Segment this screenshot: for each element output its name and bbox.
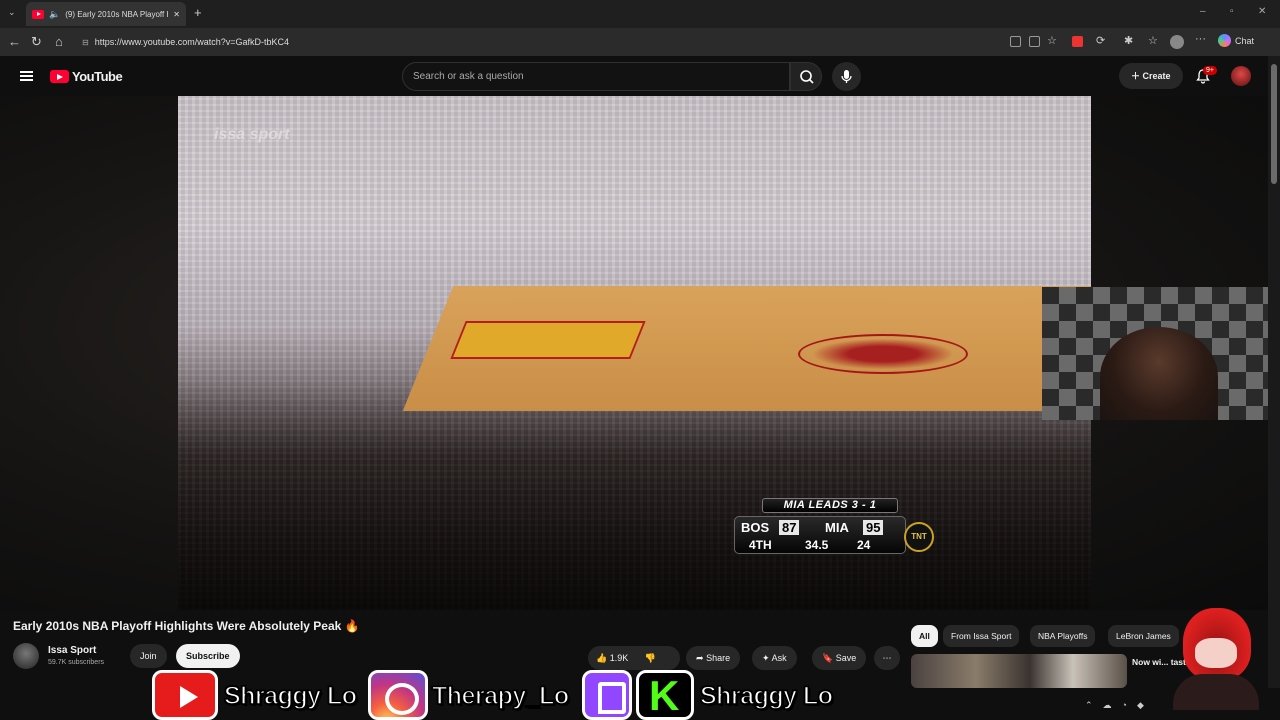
close-window-icon[interactable]: ✕ [1258,6,1266,17]
streamer-mascot [1165,604,1265,710]
search-button[interactable] [790,62,822,91]
profile-avatar[interactable] [1170,35,1184,49]
instagram-logo-icon [368,670,428,720]
scorebug: MIA LEADS 3 - 1 BOS 87 MIA 95 4TH 34.5 2… [734,496,934,554]
tracking-icon[interactable] [1029,36,1040,47]
browser-tab-strip: ⌄ 🔈 (9) Early 2010s NBA Playoff Highligh… [0,0,1280,28]
youtube-logo-text: YouTube [72,69,123,84]
microphone-icon [841,70,852,83]
voice-search-button[interactable] [832,62,861,91]
mascot-face [1195,638,1237,668]
reader-mode-icon[interactable] [1010,36,1021,47]
search-icon [800,70,814,84]
page-scrollbar[interactable] [1268,56,1280,688]
copilot-chat-button[interactable]: Chat [1218,34,1254,47]
favorite-star-icon[interactable]: ☆ [1047,34,1057,47]
tab-list-chevron-icon[interactable]: ⌄ [8,7,16,18]
youtube-logo[interactable]: YouTube [50,69,123,84]
account-avatar[interactable] [1231,66,1251,86]
webcam-person [1100,327,1218,420]
cloud-icon[interactable]: ☁ [1103,700,1112,711]
mascot-body [1173,674,1259,710]
stream-social-overlay: Shraggy Lo Therapy_Lo Shraggy Lo [150,662,850,720]
tab-title: (9) Early 2010s NBA Playoff Highlights W… [65,9,168,19]
game-quarter: 4TH [749,538,772,552]
channel-avatar[interactable] [13,643,39,669]
create-button[interactable]: ＋ Create [1119,63,1183,89]
video-title: Early 2010s NBA Playoff Highlights Were … [13,619,360,633]
create-label: Create [1142,71,1171,81]
team-home: MIA [825,520,849,535]
instagram-handle: Therapy_Lo [431,681,570,711]
channel-watermark: issa sport [214,126,290,143]
center-court-logo [798,334,968,374]
twitch-logo-icon [582,670,632,720]
home-icon[interactable]: ⌂ [55,34,63,50]
collections-icon[interactable]: ☆ [1148,34,1158,47]
more-actions-button[interactable]: ⋯ [874,646,900,670]
kick-handle: Shraggy Lo [699,681,834,711]
copilot-icon [1218,34,1231,47]
speaker-icon: 🔈 [49,8,61,19]
network-icon[interactable]: ◔ [1122,700,1127,710]
minimize-icon[interactable]: – [1200,6,1206,17]
streamer-webcam [1042,287,1268,420]
tray-chevron-icon[interactable]: ⌃ [1085,700,1093,711]
back-icon[interactable]: ← [8,34,21,50]
reload-icon[interactable]: ↻ [31,34,42,50]
score-home: 95 [863,520,884,535]
channel-name[interactable]: Issa Sport [48,645,96,656]
youtube-logo-icon [152,670,218,720]
score-panel: BOS 87 MIA 95 4TH 34.5 24 [734,516,906,554]
youtube-favicon-icon [32,9,44,19]
chip-from-channel[interactable]: From Issa Sport [943,625,1020,647]
search-input[interactable]: Search or ask a question [402,62,790,91]
chat-label: Chat [1235,35,1255,46]
sync-icon[interactable]: ⟳ [1096,34,1105,47]
chip-nba-playoffs[interactable]: NBA Playoffs [1030,625,1096,647]
series-status: MIA LEADS 3 - 1 [762,498,898,513]
shield-icon[interactable]: ◆ [1137,700,1144,711]
chip-all[interactable]: All [911,625,938,647]
browser-tab[interactable]: 🔈 (9) Early 2010s NBA Playoff Highlights… [26,2,186,26]
youtube-logo-icon [50,70,69,83]
scrollbar-thumb[interactable] [1271,64,1277,184]
shot-clock: 24 [857,538,871,552]
notification-badge: 9+ [1203,66,1217,75]
network-logo: TNT [904,522,934,552]
maximize-icon[interactable]: ▫ [1230,6,1234,17]
extension-icon[interactable] [1072,36,1083,47]
new-tab-button[interactable]: + [194,5,202,20]
address-bar[interactable]: ⊟ https://www.youtube.com/watch?v=GafkD-… [78,32,998,52]
menu-hamburger-icon[interactable] [20,71,33,81]
subscriber-count: 59.7K subscribers [48,659,105,666]
more-menu-icon[interactable]: ··· [1195,33,1206,45]
youtube-handle: Shraggy Lo [223,681,358,711]
extensions-puzzle-icon[interactable]: ✱ [1124,34,1133,47]
game-clock: 34.5 [805,538,829,552]
court-paint [450,321,646,359]
kick-logo-icon [636,670,694,720]
score-away: 87 [779,520,800,535]
recommended-video-thumbnail[interactable] [911,654,1127,688]
video-frame[interactable]: issa sport MIA LEADS 3 - 1 BOS 87 MIA 95… [178,96,1091,610]
more-dots-icon: ⋯ [882,653,892,663]
url-text: https://www.youtube.com/watch?v=GafkD-tb… [94,37,290,47]
youtube-header: YouTube Search or ask a question ＋ Creat… [0,56,1268,96]
browser-toolbar: ← ↻ ⌂ ⊟ https://www.youtube.com/watch?v=… [0,28,1280,56]
plus-icon: ＋ [1131,71,1141,81]
site-info-icon[interactable]: ⊟ [82,38,89,47]
close-tab-icon[interactable]: ✕ [173,10,180,19]
team-away: BOS [741,520,770,535]
